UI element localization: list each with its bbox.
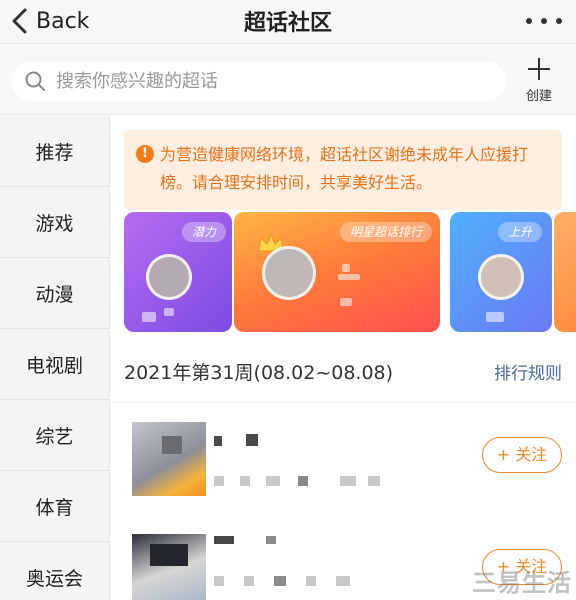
sidebar-item-variety[interactable]: 综艺 — [0, 400, 109, 471]
banner-placeholder — [342, 264, 350, 272]
stats-redaction — [306, 576, 316, 586]
divider — [110, 402, 576, 403]
ranking-header: 2021年第31周(08.02~08.08) 排行规则 — [124, 356, 562, 386]
stats-redaction — [298, 476, 308, 486]
main-content: ! 为营造健康网络环境，超话社区谢绝未成年人应援打榜。请合理安排时间，共享美好生… — [110, 116, 576, 600]
search-icon — [25, 71, 45, 91]
name-redaction — [246, 434, 258, 446]
banner-tag: 明星超话排行 — [339, 222, 432, 242]
banner-placeholder — [340, 298, 352, 306]
banner-card-rising[interactable]: 上升 — [450, 212, 552, 332]
stats-redaction — [368, 476, 380, 486]
ranking-banners: 潜力 明星超话排行 上升 — [124, 212, 576, 332]
stats-redaction — [336, 576, 350, 586]
week-label: 2021年第31周(08.02~08.08) — [124, 362, 394, 384]
back-button[interactable]: Back — [8, 4, 89, 38]
banner-card-star-ranking[interactable]: 明星超话排行 — [234, 212, 440, 332]
sidebar-item-tv-series[interactable]: 电视剧 — [0, 329, 109, 400]
avatar — [262, 246, 316, 300]
stats-redaction — [266, 476, 280, 486]
list-item[interactable]: + 关注 — [110, 404, 576, 516]
stats-redaction — [274, 576, 286, 586]
avatar — [132, 422, 206, 496]
category-sidebar: 推荐 游戏 动漫 电视剧 综艺 体育 奥运会 — [0, 116, 110, 600]
chevron-left-icon — [12, 8, 27, 34]
banner-placeholder — [164, 308, 174, 316]
stats-redaction — [340, 476, 356, 486]
create-button[interactable]: 创建 — [516, 57, 562, 107]
notice-text: 为营造健康网络环境，超话社区谢绝未成年人应援打榜。请合理安排时间，共享美好生活。 — [160, 145, 529, 192]
banner-placeholder — [142, 312, 156, 322]
sidebar-item-olympics[interactable]: 奥运会 — [0, 542, 109, 600]
nav-bar: Back 超话社区 — [0, 0, 576, 44]
banner-placeholder — [338, 274, 360, 280]
stats-redaction — [240, 476, 250, 486]
more-dots-icon[interactable] — [526, 8, 562, 34]
avatar — [146, 254, 192, 300]
stats-redaction — [214, 476, 224, 486]
search-input[interactable] — [56, 70, 496, 92]
avatar — [132, 534, 206, 600]
search-box[interactable] — [12, 61, 506, 101]
back-label: Back — [36, 8, 90, 34]
banner-tag: 潜力 — [181, 222, 226, 242]
banner-card-next[interactable] — [554, 212, 576, 332]
stats-redaction — [244, 576, 254, 586]
banner-tag: 上升 — [497, 222, 542, 242]
name-redaction — [214, 536, 234, 544]
name-redaction — [214, 436, 222, 446]
search-bar-row: 创建 — [0, 45, 576, 115]
ranking-rules-link[interactable]: 排行规则 — [494, 359, 562, 384]
sidebar-item-sports[interactable]: 体育 — [0, 471, 109, 542]
avatar-redaction — [150, 544, 188, 566]
sidebar-item-recommend[interactable]: 推荐 — [0, 116, 109, 187]
create-label: 创建 — [525, 89, 552, 104]
notice-banner: ! 为营造健康网络环境，超话社区谢绝未成年人应援打榜。请合理安排时间，共享美好生… — [124, 130, 562, 210]
page: Back 超话社区 创建 推荐 游戏 动漫 电视剧 综艺 体育 — [0, 0, 576, 600]
sidebar-item-anime[interactable]: 动漫 — [0, 258, 109, 329]
follow-button[interactable]: + 关注 — [482, 437, 562, 473]
stats-redaction — [214, 576, 224, 586]
name-redaction — [266, 536, 276, 544]
banner-card-potential[interactable]: 潜力 — [124, 212, 232, 332]
info-icon: ! — [136, 145, 154, 163]
banner-placeholder — [486, 312, 504, 322]
watermark: 三易生活 — [472, 569, 572, 597]
avatar — [478, 254, 524, 300]
avatar-redaction — [162, 436, 182, 454]
sidebar-item-games[interactable]: 游戏 — [0, 187, 109, 258]
plus-icon — [528, 58, 550, 80]
